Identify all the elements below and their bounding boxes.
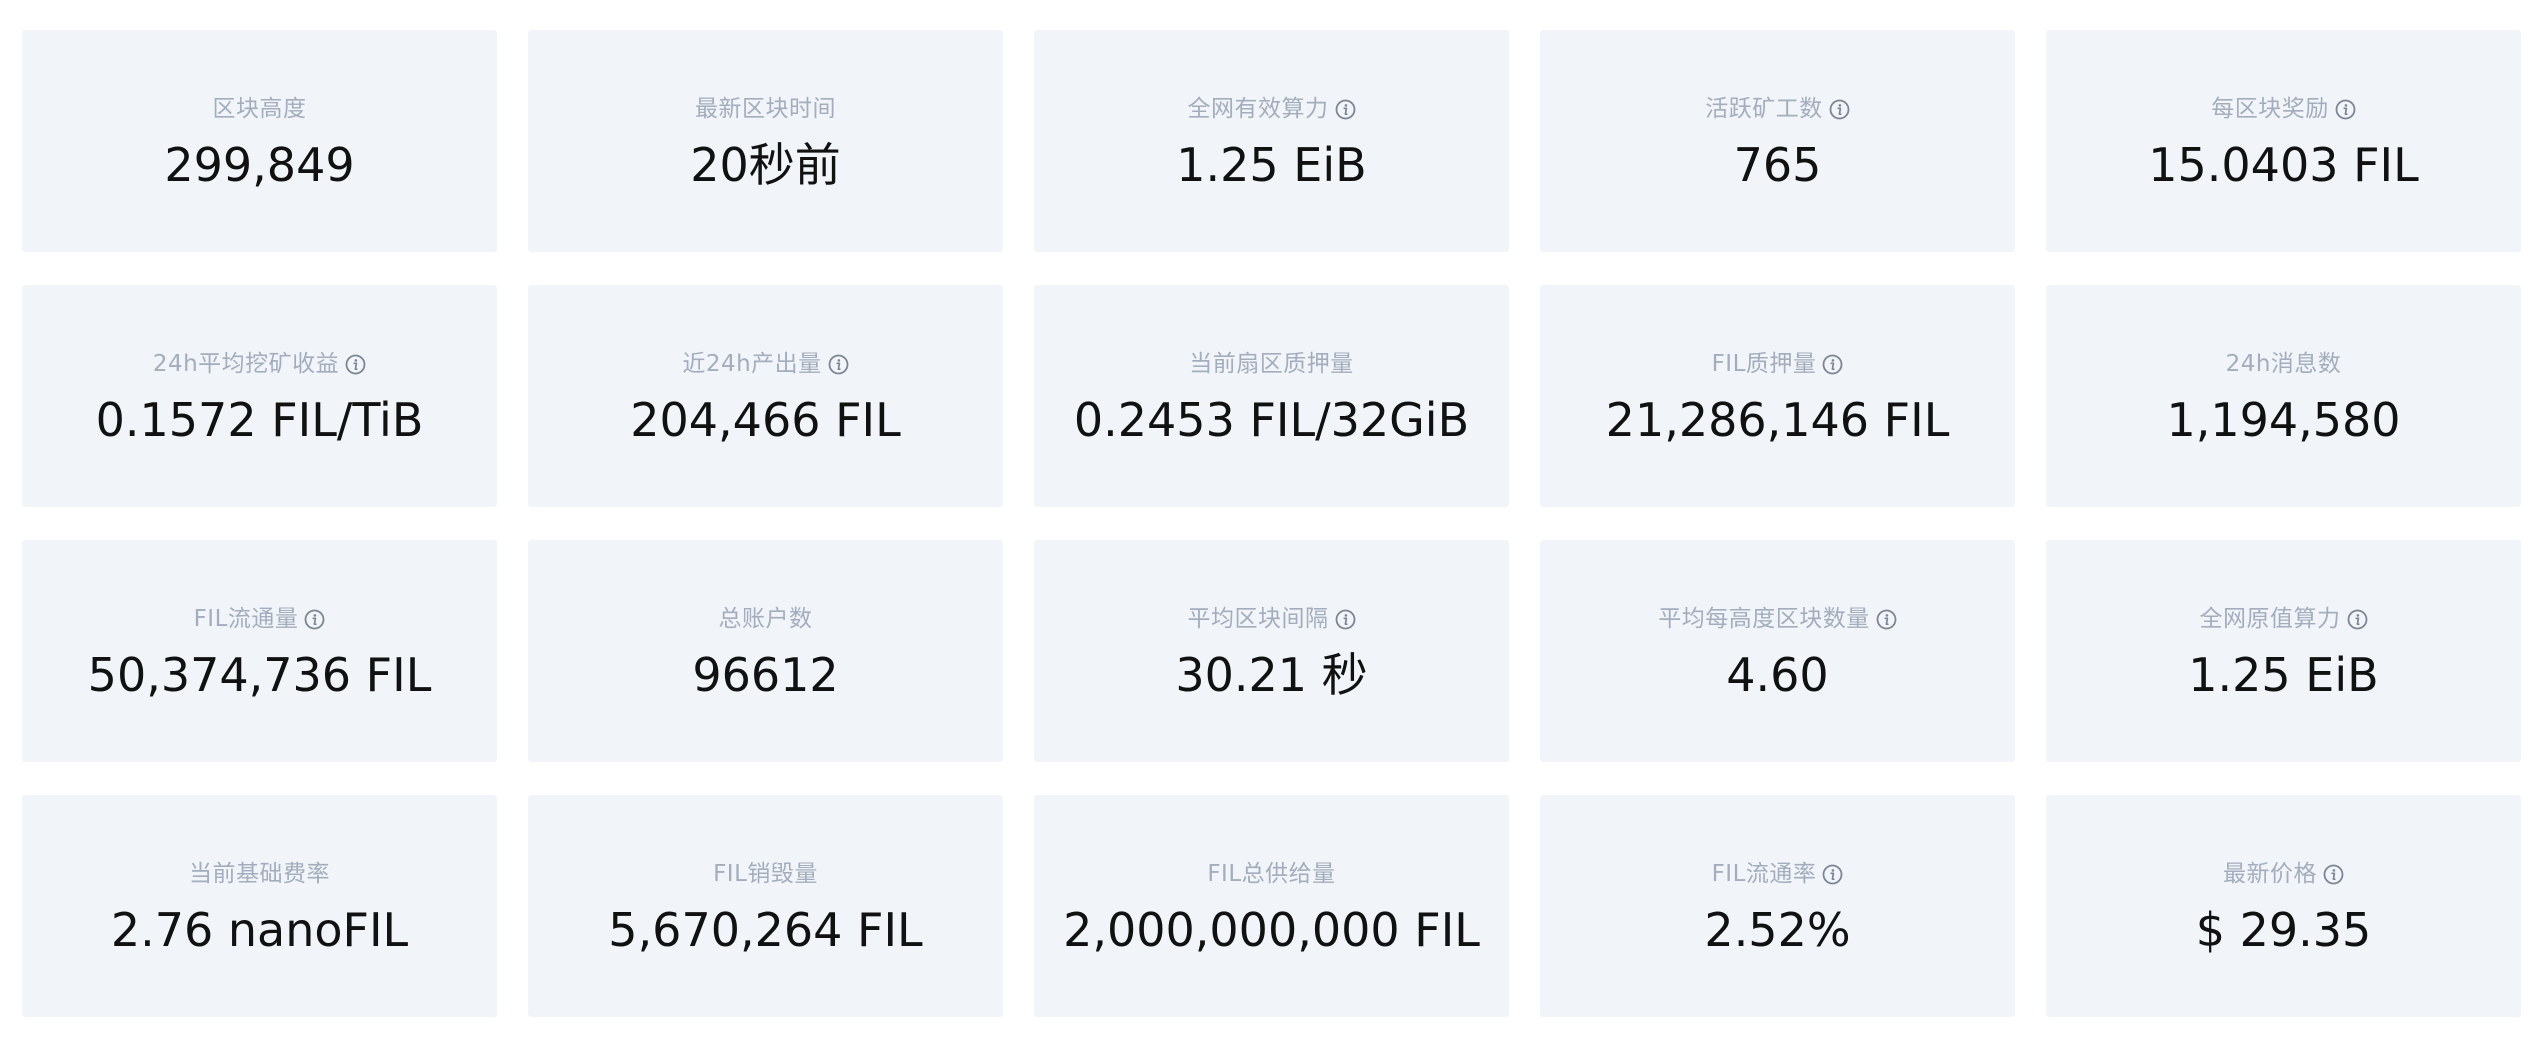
stat-card: 24h消息数 1,194,580	[2046, 285, 2521, 507]
info-icon[interactable]	[2323, 864, 2344, 885]
info-icon[interactable]	[828, 354, 849, 375]
stat-label-row: 24h消息数	[2226, 349, 2342, 379]
stat-label: 24h平均挖矿收益	[152, 351, 340, 377]
stat-card: 总账户数 96612	[528, 540, 1003, 762]
stat-value: 0.1572 FIL/TiB	[95, 393, 424, 447]
stat-label: 当前基础费率	[189, 861, 330, 887]
stat-value: 0.2453 FIL/32GiB	[1073, 393, 1470, 447]
stat-card: FIL总供给量 2,000,000,000 FIL	[1034, 795, 1509, 1017]
stat-value: 50,374,736 FIL	[87, 648, 432, 702]
stat-label: 平均每高度区块数量	[1658, 606, 1870, 632]
stat-label: 近24h产出量	[682, 351, 822, 377]
stat-card: 24h平均挖矿收益 0.1572 FIL/TiB	[22, 285, 497, 507]
stat-card: FIL流通率 2.52%	[1540, 795, 2015, 1017]
stat-label: 最新价格	[2223, 861, 2317, 887]
stat-card: 平均区块间隔 30.21 秒	[1034, 540, 1509, 762]
stat-label: 最新区块时间	[695, 96, 836, 122]
stat-label-row: 最新区块时间	[695, 94, 836, 124]
stat-label: FIL质押量	[1711, 351, 1817, 377]
stat-value: 20秒前	[690, 138, 841, 192]
stat-card: FIL质押量 21,286,146 FIL	[1540, 285, 2015, 507]
stat-card: 最新价格 $ 29.35	[2046, 795, 2521, 1017]
info-icon[interactable]	[2335, 99, 2356, 120]
stat-label-row: 最新价格	[2223, 859, 2344, 889]
stat-value: 2.76 nanoFIL	[110, 903, 409, 957]
stat-label: FIL总供给量	[1207, 861, 1336, 887]
stat-label-row: 总账户数	[719, 604, 813, 634]
stat-label: FIL流通量	[193, 606, 299, 632]
stat-card: 每区块奖励 15.0403 FIL	[2046, 30, 2521, 252]
stat-label: 全网有效算力	[1187, 96, 1329, 122]
stat-label: 24h消息数	[2225, 351, 2342, 377]
stat-value: 1.25 EiB	[2188, 648, 2379, 702]
stat-card: 全网原值算力 1.25 EiB	[2046, 540, 2521, 762]
stat-label: 区块高度	[212, 96, 307, 122]
stat-label: 当前扇区质押量	[1189, 351, 1354, 377]
info-icon[interactable]	[2347, 609, 2368, 630]
stat-label-row: 当前基础费率	[189, 859, 330, 889]
stat-value: 96612	[692, 648, 839, 702]
info-icon[interactable]	[304, 609, 325, 630]
stat-value: 21,286,146 FIL	[1605, 393, 1950, 447]
stat-label-row: 当前扇区质押量	[1189, 349, 1354, 379]
stat-label-row: FIL总供给量	[1207, 859, 1335, 889]
stat-label: FIL流通率	[1711, 861, 1817, 887]
stat-value: 2.52%	[1704, 903, 1851, 957]
stat-card: 平均每高度区块数量 4.60	[1540, 540, 2015, 762]
info-icon[interactable]	[1822, 354, 1843, 375]
info-icon[interactable]	[345, 354, 366, 375]
stat-label: 总账户数	[718, 606, 813, 632]
stat-value: 1,194,580	[2166, 393, 2401, 447]
stat-value: 15.0403 FIL	[2148, 138, 2419, 192]
stat-card: 当前扇区质押量 0.2453 FIL/32GiB	[1034, 285, 1509, 507]
stat-label-row: 区块高度	[213, 94, 307, 124]
info-icon[interactable]	[1822, 864, 1843, 885]
stat-label-row: 平均区块间隔	[1188, 604, 1356, 634]
stat-label-row: 近24h产出量	[682, 349, 849, 379]
stat-value: 2,000,000,000 FIL	[1063, 903, 1480, 957]
stat-card: 活跃矿工数 765	[1540, 30, 2015, 252]
stat-label-row: FIL质押量	[1712, 349, 1844, 379]
info-icon[interactable]	[1876, 609, 1897, 630]
stat-value: $ 29.35	[2195, 903, 2372, 957]
stat-card: FIL流通量 50,374,736 FIL	[22, 540, 497, 762]
stat-label-row: FIL流通率	[1712, 859, 1844, 889]
stat-label-row: 全网有效算力	[1188, 94, 1356, 124]
stat-label-row: 24h平均挖矿收益	[153, 349, 366, 379]
stat-label: 平均区块间隔	[1187, 606, 1329, 632]
info-icon[interactable]	[1335, 609, 1356, 630]
stat-label: FIL销毁量	[713, 861, 818, 887]
stat-card: 全网有效算力 1.25 EiB	[1034, 30, 1509, 252]
info-icon[interactable]	[1335, 99, 1356, 120]
stat-value: 4.60	[1726, 648, 1829, 702]
stat-label-row: 活跃矿工数	[1705, 94, 1850, 124]
info-icon[interactable]	[1829, 99, 1850, 120]
stat-label: 活跃矿工数	[1705, 96, 1823, 122]
stat-card: 区块高度 299,849	[22, 30, 497, 252]
stat-label-row: FIL流通量	[194, 604, 326, 634]
stat-card: FIL销毁量 5,670,264 FIL	[528, 795, 1003, 1017]
stat-card: 当前基础费率 2.76 nanoFIL	[22, 795, 497, 1017]
stat-value: 5,670,264 FIL	[608, 903, 923, 957]
stat-value: 1.25 EiB	[1176, 138, 1367, 192]
stat-value: 30.21 秒	[1175, 648, 1368, 702]
stat-label-row: 每区块奖励	[2211, 94, 2356, 124]
stat-card: 近24h产出量 204,466 FIL	[528, 285, 1003, 507]
stat-value: 204,466 FIL	[630, 393, 901, 447]
stat-card: 最新区块时间 20秒前	[528, 30, 1003, 252]
stat-label-row: 平均每高度区块数量	[1658, 604, 1897, 634]
stat-label-row: 全网原值算力	[2200, 604, 2368, 634]
stat-label-row: FIL销毁量	[713, 859, 818, 889]
stat-value: 765	[1733, 138, 1822, 192]
stat-label: 每区块奖励	[2211, 96, 2329, 122]
stat-label: 全网原值算力	[2199, 606, 2341, 632]
stats-grid: 区块高度 299,849 最新区块时间 20秒前 全网有效算力 1.25 EiB 活跃矿工数…	[22, 30, 2522, 1017]
stat-value: 299,849	[164, 138, 355, 192]
